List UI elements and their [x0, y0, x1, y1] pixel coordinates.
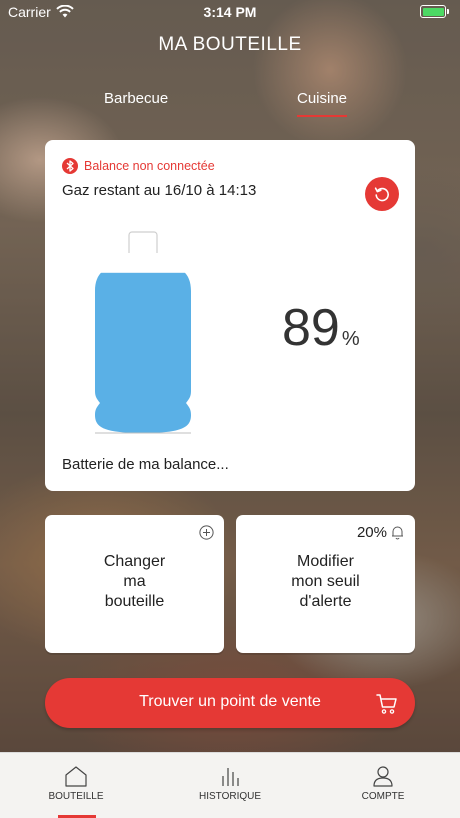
connection-status-text: Balance non connectée — [84, 159, 215, 173]
user-icon — [373, 766, 393, 787]
gas-remaining-label: Gaz restant au 16/10 à 14:13 — [62, 182, 257, 199]
bottle-tabs: Barbecue Cuisine — [0, 90, 460, 120]
find-store-button[interactable]: Trouver un point de vente — [45, 678, 415, 728]
plus-icon — [199, 525, 214, 540]
find-store-label: Trouver un point de vente — [139, 693, 321, 710]
change-bottle-button[interactable]: Changer ma bouteille — [45, 515, 224, 653]
bluetooth-icon — [62, 158, 78, 174]
status-bar: Carrier 3:14 PM — [0, 0, 460, 24]
alert-threshold-button[interactable]: 20% Modifier mon seuil d'alerte — [236, 515, 415, 653]
battery-icon — [420, 5, 449, 18]
tab-cuisine[interactable]: Cuisine — [297, 90, 348, 117]
scale-battery-label: Batterie de ma balance... — [62, 456, 229, 473]
nav-compte-label: COMPTE — [361, 791, 405, 802]
gas-level-card: Balance non connectée Gaz restant au 16/… — [45, 140, 415, 491]
cart-icon — [376, 694, 397, 714]
page-title: MA BOUTEILLE — [158, 34, 302, 55]
percent-sign: % — [341, 328, 360, 350]
change-bottle-label: Changer ma bouteille — [103, 553, 166, 610]
gas-percentage-value: 89 — [282, 299, 340, 357]
refresh-icon — [374, 187, 389, 202]
nav-bouteille[interactable]: BOUTEILLE — [16, 753, 136, 818]
bar-chart-icon — [222, 768, 239, 786]
gas-bottle-gauge — [95, 231, 191, 434]
nav-bouteille-label: BOUTEILLE — [48, 791, 104, 802]
gas-percentage: 89% — [282, 298, 360, 358]
home-icon — [65, 766, 87, 787]
clock: 3:14 PM — [203, 4, 257, 20]
alert-threshold-label: Modifier mon seuil d'alerte — [291, 553, 360, 610]
connection-status: Balance non connectée — [62, 158, 215, 174]
refresh-button[interactable] — [365, 177, 399, 211]
alert-threshold-value: 20% — [356, 524, 387, 541]
nav-compte[interactable]: COMPTE — [323, 753, 443, 818]
nav-historique[interactable]: HISTORIQUE — [170, 753, 290, 818]
bottom-navigation: BOUTEILLE HISTORIQUE COMPTE — [0, 752, 460, 818]
nav-historique-label: HISTORIQUE — [198, 791, 262, 802]
tab-barbecue[interactable]: Barbecue — [104, 90, 168, 107]
gas-level-fill — [95, 272, 191, 433]
bell-icon — [392, 526, 403, 540]
alert-threshold-indicator: 20% — [357, 524, 405, 541]
